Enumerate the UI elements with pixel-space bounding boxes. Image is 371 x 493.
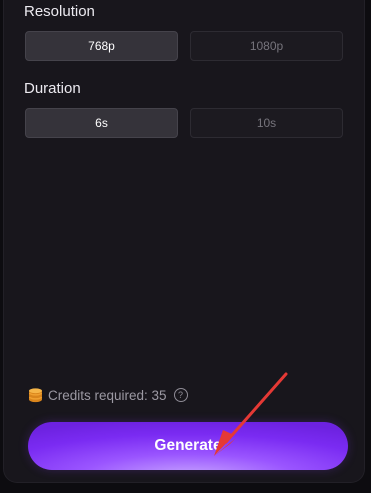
credits-info: Credits required: 35 ? <box>28 386 188 404</box>
coin-stack-icon <box>28 387 43 403</box>
resolution-option-1080p[interactable]: 1080p <box>190 31 343 61</box>
duration-label: Duration <box>24 80 81 97</box>
generate-button[interactable]: Generate <box>28 422 348 470</box>
help-icon[interactable]: ? <box>173 388 188 402</box>
resolution-label: Resolution <box>24 3 95 20</box>
settings-panel <box>3 0 365 483</box>
duration-option-6s[interactable]: 6s <box>25 108 178 138</box>
duration-option-10s[interactable]: 10s <box>190 108 343 138</box>
resolution-option-768p[interactable]: 768p <box>25 31 178 61</box>
credits-required-text: Credits required: 35 <box>48 387 167 403</box>
